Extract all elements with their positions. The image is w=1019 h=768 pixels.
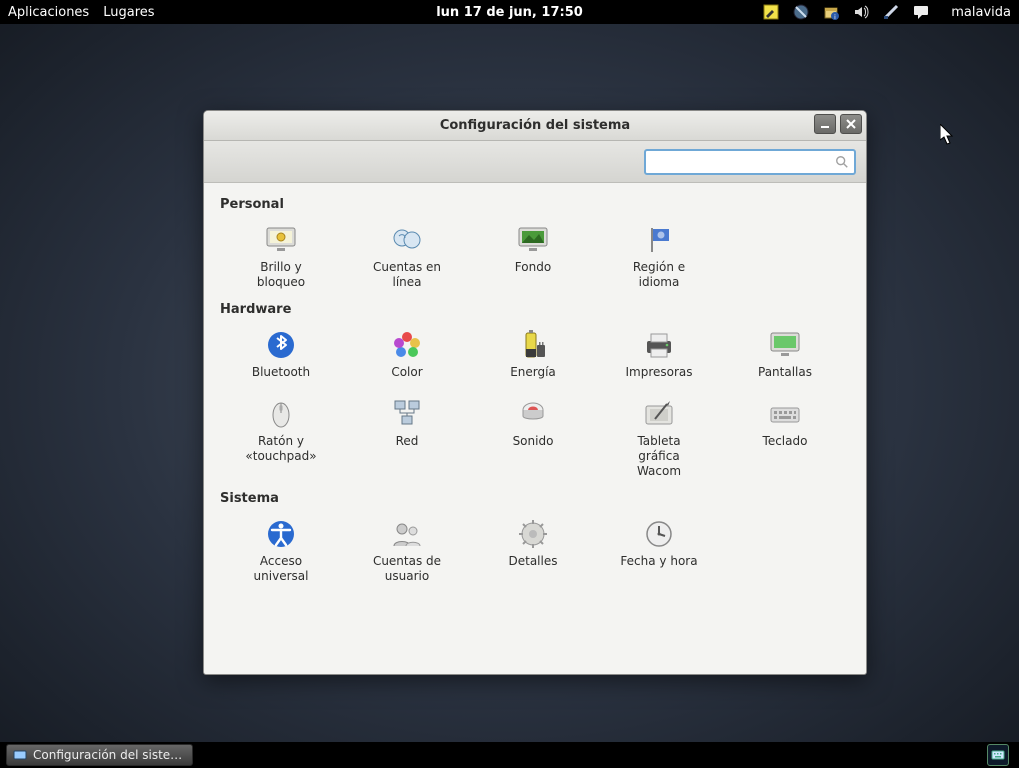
section-hardware: Hardware <box>220 302 852 317</box>
mouse-icon <box>263 396 299 432</box>
search-icon <box>835 155 849 169</box>
item-label: Ratón y «touchpad» <box>245 434 316 464</box>
item-label: Tableta gráfica Wacom <box>637 434 681 479</box>
item-network[interactable]: Red <box>348 392 466 483</box>
clock-icon <box>641 516 677 552</box>
item-region-language[interactable]: Región e idioma <box>600 218 718 294</box>
toolbar <box>204 141 866 183</box>
item-label: Sonido <box>513 434 554 449</box>
users-icon <box>389 516 425 552</box>
item-keyboard[interactable]: Teclado <box>726 392 844 483</box>
details-icon <box>515 516 551 552</box>
bottom-panel: Configuración del siste… <box>0 742 1019 768</box>
region-icon <box>641 222 677 258</box>
item-label: Fecha y hora <box>620 554 697 569</box>
item-sound[interactable]: Sonido <box>474 392 592 483</box>
item-brightness-lock[interactable]: Brillo y bloqueo <box>222 218 340 294</box>
brightness-icon <box>263 222 299 258</box>
item-bluetooth[interactable]: Bluetooth <box>222 323 340 384</box>
printer-icon <box>641 327 677 363</box>
network-icon <box>389 396 425 432</box>
item-label: Pantallas <box>758 365 812 380</box>
item-user-accounts[interactable]: Cuentas de usuario <box>348 512 466 588</box>
clock[interactable]: lun 17 de jun, 17:50 <box>436 5 583 20</box>
keyboard-layout-indicator[interactable] <box>987 744 1009 766</box>
package-update-icon[interactable]: i <box>823 4 839 20</box>
item-label: Bluetooth <box>252 365 310 380</box>
item-online-accounts[interactable]: Cuentas en línea <box>348 218 466 294</box>
notes-icon[interactable] <box>763 4 779 20</box>
minimize-button[interactable] <box>814 114 836 134</box>
item-label: Cuentas en línea <box>373 260 441 290</box>
system-tray: i malavida <box>763 4 1011 20</box>
item-displays[interactable]: Pantallas <box>726 323 844 384</box>
top-panel: Aplicaciones Lugares lun 17 de jun, 17:5… <box>0 0 1019 24</box>
item-printers[interactable]: Impresoras <box>600 323 718 384</box>
item-label: Color <box>391 365 422 380</box>
settings-mini-icon <box>13 748 27 762</box>
color-icon <box>389 327 425 363</box>
keyboard-icon <box>767 396 803 432</box>
section-personal: Personal <box>220 197 852 212</box>
applications-menu[interactable]: Aplicaciones <box>8 5 89 20</box>
background-icon <box>515 222 551 258</box>
displays-icon <box>767 327 803 363</box>
taskbar-button-label: Configuración del siste… <box>33 748 182 762</box>
sound-icon <box>515 396 551 432</box>
update-blocked-icon[interactable] <box>793 4 809 20</box>
search-field[interactable] <box>644 149 856 175</box>
item-label: Cuentas de usuario <box>373 554 441 584</box>
item-label: Región e idioma <box>633 260 685 290</box>
volume-icon[interactable] <box>853 4 869 20</box>
item-background[interactable]: Fondo <box>474 218 592 294</box>
item-universal-access[interactable]: Acceso universal <box>222 512 340 588</box>
writing-tool-icon[interactable] <box>883 4 899 20</box>
search-input[interactable] <box>646 154 854 169</box>
user-menu[interactable]: malavida <box>951 5 1011 20</box>
item-mouse-touchpad[interactable]: Ratón y «touchpad» <box>222 392 340 483</box>
item-power[interactable]: Energía <box>474 323 592 384</box>
settings-content: Personal Brillo y bloqueo Cuentas en lín… <box>204 183 866 674</box>
item-label: Red <box>396 434 419 449</box>
taskbar-button-settings[interactable]: Configuración del siste… <box>6 744 193 766</box>
item-details[interactable]: Detalles <box>474 512 592 588</box>
item-label: Teclado <box>763 434 808 449</box>
close-button[interactable] <box>840 114 862 134</box>
places-menu[interactable]: Lugares <box>103 5 154 20</box>
item-wacom-tablet[interactable]: Tableta gráfica Wacom <box>600 392 718 483</box>
tablet-icon <box>641 396 677 432</box>
item-label: Impresoras <box>625 365 692 380</box>
window-title: Configuración del sistema <box>204 118 866 133</box>
item-label: Acceso universal <box>254 554 309 584</box>
item-color[interactable]: Color <box>348 323 466 384</box>
section-system: Sistema <box>220 491 852 506</box>
item-label: Fondo <box>515 260 551 275</box>
settings-window: Configuración del sistema Personal Brill… <box>203 110 867 675</box>
item-label: Brillo y bloqueo <box>257 260 305 290</box>
chat-icon[interactable] <box>913 4 929 20</box>
titlebar[interactable]: Configuración del sistema <box>204 111 866 141</box>
online-accounts-icon <box>389 222 425 258</box>
power-icon <box>515 327 551 363</box>
item-label: Detalles <box>509 554 558 569</box>
item-label: Energía <box>510 365 556 380</box>
bluetooth-icon <box>263 327 299 363</box>
cursor-icon <box>940 124 956 146</box>
item-date-time[interactable]: Fecha y hora <box>600 512 718 588</box>
accessibility-icon <box>263 516 299 552</box>
